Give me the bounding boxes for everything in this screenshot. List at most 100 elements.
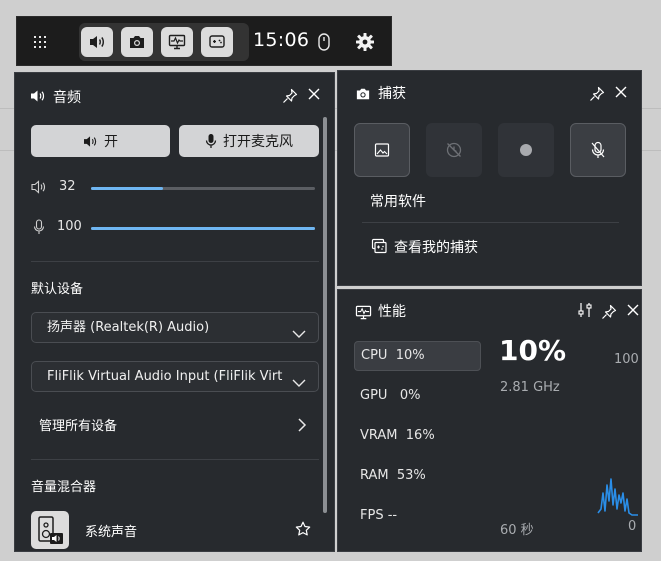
mouse-settings-button[interactable]: [314, 32, 334, 52]
favorite-star-button[interactable]: [295, 521, 313, 539]
metric-gpu[interactable]: GPU 0%: [354, 381, 481, 411]
star-icon: [295, 521, 311, 536]
close-icon: [308, 88, 320, 100]
audio-title: 音频: [53, 90, 81, 106]
speaker-icon: [29, 87, 47, 105]
widget-menu-button[interactable]: [25, 27, 55, 57]
graph-min-label: 0: [628, 519, 637, 534]
pin-button[interactable]: [600, 303, 618, 321]
pin-button[interactable]: [588, 85, 606, 103]
volume-mixer-heading: 音量混合器: [31, 480, 97, 495]
manage-devices-link[interactable]: 管理所有设备: [39, 415, 117, 434]
gallery-icon: [370, 237, 388, 255]
start-recording-button[interactable]: [498, 123, 554, 177]
mic-volume-row: 100: [31, 217, 321, 239]
metric-vram[interactable]: VRAM 16%: [354, 421, 481, 451]
metric-value: 10%: [395, 348, 425, 363]
mic-volume-slider[interactable]: [91, 227, 315, 230]
camera-icon: [354, 85, 372, 103]
microphone-toggle-label: 打开麦克风: [223, 134, 293, 150]
capture-widget: 捕获 常用软件 查看我的捕获: [337, 70, 642, 286]
performance-widget: 性能 CPU 10% GPU 0% VRAM 16% RAM 53% FPS -…: [337, 289, 642, 552]
speaker-volume-fill: [91, 187, 163, 190]
speaker-volume-row: 32: [31, 177, 321, 199]
microphone-volume-icon: [33, 219, 45, 234]
microphone-icon: [205, 134, 217, 148]
speaker-toggle-button[interactable]: 开: [31, 125, 170, 157]
close-button[interactable]: [612, 83, 630, 101]
mic-volume-value: 100: [57, 219, 82, 234]
monitor-icon: [354, 303, 372, 321]
performance-title: 性能: [378, 304, 406, 320]
speaker-volume-icon: [31, 180, 46, 194]
metric-fps[interactable]: FPS --: [354, 501, 481, 531]
pin-button[interactable]: [281, 87, 299, 105]
sliders-icon: [578, 303, 592, 317]
default-device-heading: 默认设备: [31, 282, 84, 297]
metric-label: CPU: [361, 348, 388, 363]
speaker-volume-value: 32: [59, 179, 76, 194]
metric-label: RAM: [360, 468, 389, 483]
mic-volume-fill: [91, 227, 315, 230]
close-icon: [627, 304, 639, 316]
chevron-down-icon: [292, 371, 306, 387]
metric-label: VRAM: [360, 428, 398, 443]
speaker-icon: [84, 135, 97, 147]
metric-ram[interactable]: RAM 53%: [354, 461, 481, 491]
graph-duration-label: 60 秒: [500, 523, 534, 538]
xbox-social-widget-button[interactable]: [201, 27, 233, 57]
microphone-toggle-button[interactable]: 打开麦克风: [179, 125, 319, 157]
system-sound-icon: [31, 511, 69, 549]
graph-max-label: 100: [614, 352, 639, 367]
close-icon: [615, 86, 627, 98]
metric-cpu[interactable]: CPU 10%: [354, 341, 481, 371]
metric-value: 0%: [399, 388, 421, 403]
divider: [362, 222, 619, 223]
common-software-label: 常用软件: [370, 194, 426, 210]
mic-recording-toggle[interactable]: [570, 123, 626, 177]
audio-widget: 音频 开 打开麦克风 32 100 默认设备 扬声器 (Realtek(R) A…: [14, 72, 335, 552]
clock: 15:06: [253, 29, 310, 51]
pin-icon: [283, 88, 298, 103]
output-device-dropdown[interactable]: 扬声器 (Realtek(R) Audio): [31, 312, 319, 343]
close-button[interactable]: [624, 301, 642, 319]
system-sound-label: 系统声音: [85, 525, 138, 540]
controller-icon: [209, 35, 225, 48]
divider: [31, 261, 319, 262]
input-device-dropdown[interactable]: FliFlik Virtual Audio Input (FliFlik Vir…: [31, 361, 319, 392]
speaker-icon: [90, 36, 104, 48]
performance-widget-button[interactable]: [161, 27, 193, 57]
view-captures-link[interactable]: 查看我的捕获: [394, 237, 478, 257]
image-icon: [374, 143, 390, 157]
cpu-usage-large: 10%: [499, 334, 567, 367]
game-bar: 15:06: [16, 16, 392, 66]
pin-icon: [602, 304, 617, 319]
metric-label: FPS: [360, 508, 384, 523]
settings-button[interactable]: [353, 30, 377, 54]
input-device-value: FliFlik Virtual Audio Input (FliFlik Vir…: [47, 369, 283, 384]
output-device-value: 扬声器 (Realtek(R) Audio): [47, 320, 210, 335]
microphone-off-icon: [591, 141, 605, 158]
chevron-right-icon[interactable]: [295, 417, 309, 433]
scrollbar[interactable]: [323, 117, 327, 513]
chevron-down-icon: [292, 322, 306, 338]
history-off-icon: [446, 142, 462, 158]
monitor-icon: [168, 34, 186, 50]
speaker-volume-slider[interactable]: [91, 187, 315, 190]
metric-label: GPU: [360, 388, 388, 403]
gear-icon: [356, 33, 374, 51]
metric-value: 16%: [405, 428, 435, 443]
screenshot-button[interactable]: [354, 123, 410, 177]
record-last-30s-button[interactable]: [426, 123, 482, 177]
divider: [31, 459, 319, 460]
cpu-usage-graph: [597, 478, 638, 516]
speaker-toggle-label: 开: [104, 134, 118, 150]
performance-options-button[interactable]: [576, 301, 594, 319]
metric-value: 53%: [396, 468, 426, 483]
capture-widget-button[interactable]: [121, 27, 153, 57]
grid-icon: [34, 36, 46, 48]
capture-title: 捕获: [378, 86, 406, 102]
mouse-icon: [318, 33, 330, 51]
close-button[interactable]: [305, 85, 323, 103]
audio-widget-button[interactable]: [81, 27, 113, 57]
